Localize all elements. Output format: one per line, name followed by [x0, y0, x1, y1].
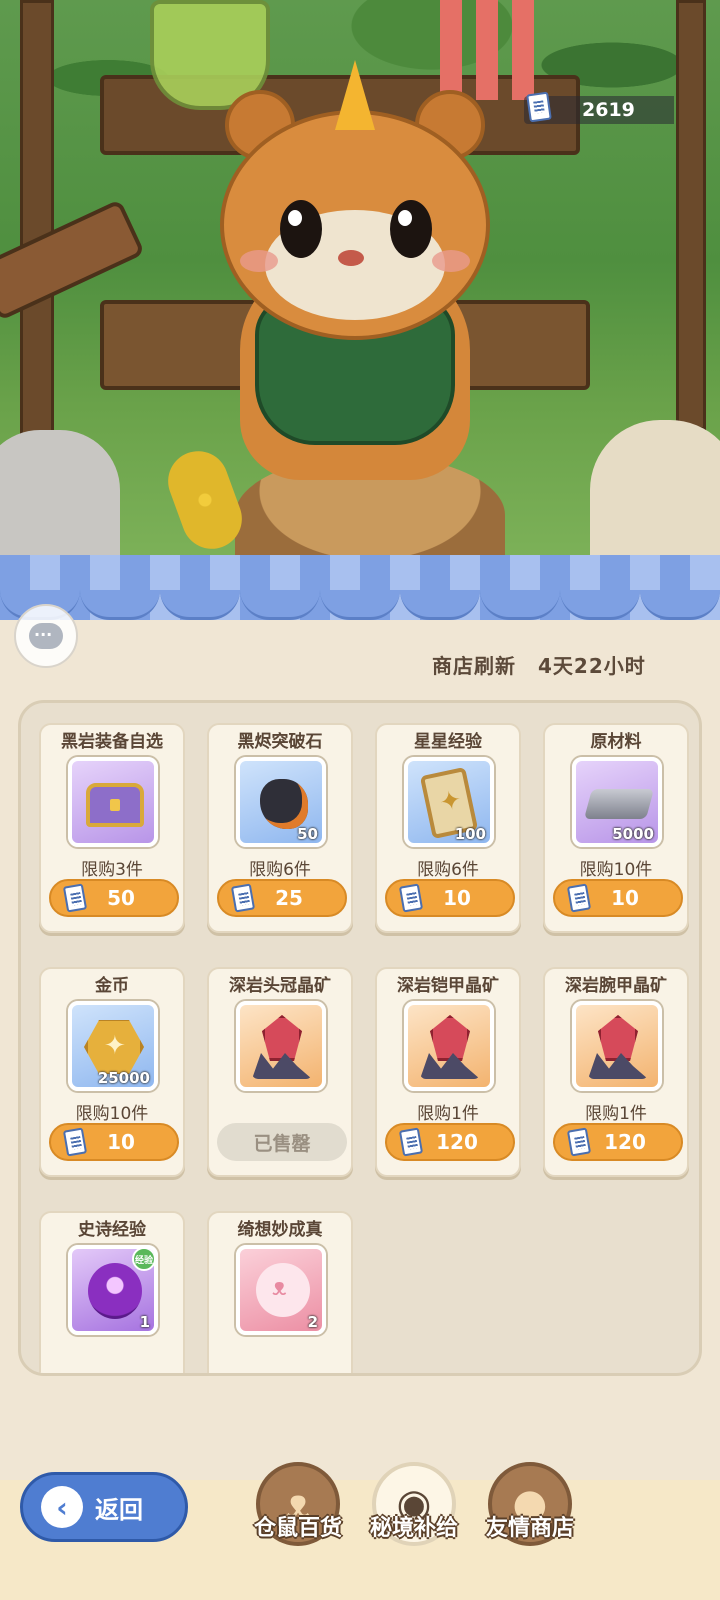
exp-badge: 经验: [132, 1249, 154, 1271]
shop-scene: 2619: [0, 0, 720, 580]
bracer-crystal-icon: [598, 1015, 638, 1061]
item-title: 深岩头冠晶矿: [229, 976, 331, 996]
shop-item-card[interactable]: 深岩腕甲晶矿 限购1件 120: [543, 967, 689, 1177]
buy-button[interactable]: 50: [49, 879, 179, 917]
awning-scallop: [0, 590, 720, 624]
item-title: 史诗经验: [78, 1220, 146, 1240]
shop-refresh-timer: 商店刷新 4天22小时: [432, 650, 646, 679]
buy-button[interactable]: 120: [553, 1123, 683, 1161]
item-quantity: 1: [139, 1313, 150, 1331]
back-label: 返回: [95, 1495, 143, 1524]
price: 10: [107, 1130, 135, 1154]
epic-exp-icon: [88, 1263, 142, 1319]
shop-item-card[interactable]: 绮想妙成真 2: [207, 1211, 353, 1373]
item-title: 黑岩装备自选: [61, 732, 163, 752]
ticket-icon: [62, 1127, 88, 1157]
price: 120: [436, 1130, 478, 1154]
currency-display: 2619: [524, 91, 674, 124]
item-quantity: 5000: [612, 825, 654, 843]
refresh-time: 4天22小时: [538, 654, 646, 678]
treasure-chest-icon: [86, 783, 144, 827]
price: 50: [107, 886, 135, 910]
shop-item-card[interactable]: 深岩头冠晶矿 已售罄: [207, 967, 353, 1177]
shop-item-card[interactable]: 史诗经验 经验 1: [39, 1211, 185, 1373]
item-quantity: 50: [297, 825, 318, 843]
item-frame: [572, 1001, 662, 1091]
item-quantity: 25000: [97, 1069, 150, 1087]
shop-item-card[interactable]: 星星经验 100 限购6件 10: [375, 723, 521, 933]
buy-button[interactable]: 10: [385, 879, 515, 917]
purchase-limit: 限购6件: [417, 860, 479, 880]
chat-bubble-icon: [29, 623, 63, 649]
shop-item-card[interactable]: 黑岩装备自选 限购3件 50: [39, 723, 185, 933]
buy-button[interactable]: 10: [49, 1123, 179, 1161]
ticket-icon: [398, 1127, 424, 1157]
price: 10: [443, 886, 471, 910]
wooden-post: [20, 0, 54, 460]
wooden-post: [676, 0, 706, 430]
item-frame: 25000: [68, 1001, 158, 1091]
sold-out-button: 已售罄: [217, 1123, 347, 1161]
ember-stone-icon: [260, 779, 308, 829]
item-title: 深岩铠甲晶矿: [397, 976, 499, 996]
item-frame: 5000: [572, 757, 662, 847]
purchase-limit: 限购10件: [75, 1104, 149, 1124]
item-frame: [68, 757, 158, 847]
item-title: 黑烬突破石: [237, 732, 323, 752]
buy-button[interactable]: 10: [553, 879, 683, 917]
price: 10: [611, 886, 639, 910]
item-title: 原材料: [590, 732, 642, 752]
chat-button[interactable]: [14, 604, 78, 668]
shop-item-card[interactable]: 金币 25000 限购10件 10: [39, 967, 185, 1177]
purchase-limit: 限购10件: [579, 860, 653, 880]
ticket-icon: [230, 883, 256, 913]
shop-panel[interactable]: 黑岩装备自选 限购3件 50 黑烬突破石 50 限购6件 25 星星经验 ✦ 1…: [18, 700, 702, 1376]
ticket-icon: [398, 883, 424, 913]
item-title: 金币: [95, 976, 129, 996]
purchase-limit: 限购1件: [585, 1104, 647, 1124]
purchase-limit: 限购6件: [249, 860, 311, 880]
metal-ingot-icon: [583, 789, 655, 819]
item-quantity: 2: [307, 1313, 318, 1331]
shop-item-card[interactable]: 深岩铠甲晶矿 限购1件 120: [375, 967, 521, 1177]
helmet-crystal-icon: [262, 1015, 302, 1061]
test-tubes-icon: [440, 0, 540, 100]
ticket-icon: [566, 1127, 592, 1157]
currency-value: 2619: [582, 99, 635, 121]
wish-cat-icon: [256, 1263, 310, 1317]
item-quantity: 100: [454, 825, 486, 843]
item-frame: 100: [404, 757, 494, 847]
hamster-shopkeeper[interactable]: [210, 60, 500, 490]
buy-button[interactable]: 25: [217, 879, 347, 917]
back-button[interactable]: ‹ 返回: [20, 1472, 188, 1542]
ticket-icon: [62, 883, 88, 913]
item-title: 绮想妙成真: [237, 1220, 323, 1240]
buy-button[interactable]: 120: [385, 1123, 515, 1161]
back-arrow-icon: ‹: [41, 1486, 83, 1528]
tab-friendship-shop-label: 友情商店: [485, 1516, 574, 1541]
price: 25: [275, 886, 303, 910]
shop-item-grid: 黑岩装备自选 限购3件 50 黑烬突破石 50 限购6件 25 星星经验 ✦ 1…: [39, 723, 689, 1373]
item-frame: 50: [236, 757, 326, 847]
gold-coin-icon: [84, 1020, 144, 1074]
item-frame: 经验 1: [68, 1245, 158, 1335]
purchase-limit: 限购3件: [81, 860, 143, 880]
price: 120: [604, 1130, 646, 1154]
item-frame: [404, 1001, 494, 1091]
armor-crystal-icon: [430, 1015, 470, 1061]
ticket-icon: [526, 91, 552, 123]
refresh-label: 商店刷新: [432, 654, 516, 678]
shop-item-card[interactable]: 黑烬突破石 50 限购6件 25: [207, 723, 353, 933]
item-frame: 2: [236, 1245, 326, 1335]
ticket-icon: [566, 883, 592, 913]
item-title: 深岩腕甲晶矿: [565, 976, 667, 996]
item-frame: [236, 1001, 326, 1091]
item-title: 星星经验: [414, 732, 482, 752]
purchase-limit: 限购1件: [417, 1104, 479, 1124]
shop-item-card[interactable]: 原材料 5000 限购10件 10: [543, 723, 689, 933]
